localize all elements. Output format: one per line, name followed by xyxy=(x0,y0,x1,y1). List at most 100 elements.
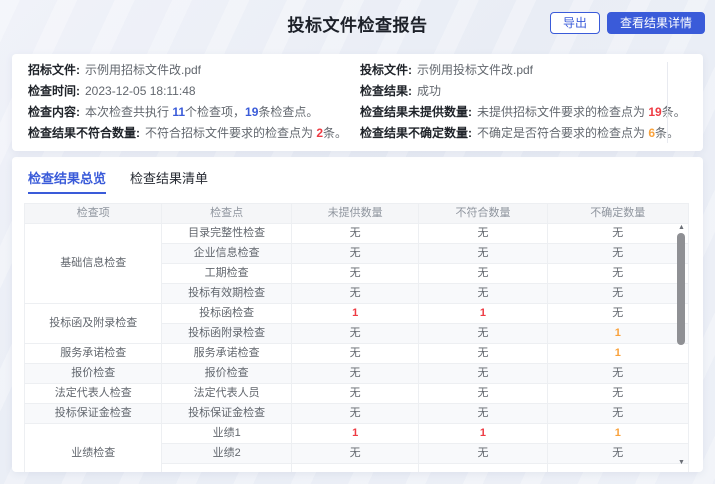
check-item-cell: 基础信息检查 xyxy=(25,224,162,304)
summary-panel: 招标文件:示例用招标文件改.pdf 检查时间: 2023-12-05 18:11:… xyxy=(12,54,703,151)
bid-file-line: 投标文件: 示例用投标文件改.pdf xyxy=(360,60,687,81)
count-cell: 无 xyxy=(419,244,547,264)
count-cell: 无 xyxy=(547,244,688,264)
uncertain-count-label: 检查结果不确定数量: xyxy=(360,126,472,140)
notprovided-count-line: 检查结果未提供数量: 未提供招标文件要求的检查点为 19条。 xyxy=(360,102,687,123)
view-details-button[interactable]: 查看结果详情 xyxy=(607,12,705,34)
uncertain-count-line: 检查结果不确定数量:不确定是否符合要求的检查点为 6条。 xyxy=(360,123,687,144)
table-row: 投标函及附录检查投标函检查11无 xyxy=(25,304,689,324)
col-header-not-conform: 不符合数量 xyxy=(419,204,547,224)
count-cell: 无 xyxy=(547,404,688,424)
export-button[interactable]: 导出 xyxy=(550,12,600,34)
table-row: 报价检查报价检查无无无 xyxy=(25,364,689,384)
tender-file-line: 招标文件:示例用招标文件改.pdf xyxy=(28,60,360,81)
count-cell: 无 xyxy=(419,264,547,284)
summary-divider xyxy=(667,62,668,143)
notprovided-count-value: 19 xyxy=(648,105,661,119)
count-cell: 无 xyxy=(291,264,418,284)
check-item-cell: 投标函及附录检查 xyxy=(25,304,162,344)
count-cell: 无 xyxy=(419,404,547,424)
notprovided-count-label: 检查结果未提供数量: xyxy=(360,105,472,119)
count-cell: 无 xyxy=(291,284,418,304)
nonconform-count-line: 检查结果不符合数量:不符合招标文件要求的检查点为 2条。 xyxy=(28,123,360,144)
page-header: 投标文件检查报告 导出 查看结果详情 xyxy=(0,0,715,46)
check-point-cell: 业绩1 xyxy=(162,424,291,444)
notprovided-count-text: 未提供招标文件要求的检查点为 xyxy=(477,105,648,119)
tab-result-list[interactable]: 检查结果清单 xyxy=(130,168,208,194)
table-row: 法定代表人检查法定代表人员无无无 xyxy=(25,384,689,404)
table-scrollbar[interactable]: ▲ ▼ xyxy=(676,224,687,468)
count-cell: 无 xyxy=(291,244,418,264)
check-content-text: 本次检查共执行 xyxy=(85,105,172,119)
check-point-cell: 法定代表人员 xyxy=(162,384,291,404)
table-row: 业绩检查业绩1111 xyxy=(25,424,689,444)
check-result-value: 成功 xyxy=(417,84,441,98)
bid-file-value: 示例用投标文件改.pdf xyxy=(417,63,533,77)
count-cell: 无 xyxy=(419,384,547,404)
count-cell: 无 xyxy=(419,224,547,244)
summary-left-column: 招标文件:示例用招标文件改.pdf 检查时间: 2023-12-05 18:11:… xyxy=(28,60,360,145)
count-cell: 无 xyxy=(419,444,547,464)
nonconform-count-label: 检查结果不符合数量: xyxy=(28,126,140,140)
notprovided-count-text: 条。 xyxy=(662,105,686,119)
count-cell: 1 xyxy=(291,304,418,324)
count-cell: 1 xyxy=(547,424,688,444)
results-panel: 检查结果总览 检查结果清单 检查项 检查点 未提供数量 不符合数量 不确定数量 … xyxy=(12,157,703,472)
count-cell: 无 xyxy=(547,224,688,244)
check-point-cell: 报价检查 xyxy=(162,364,291,384)
count-cell: 无 xyxy=(547,264,688,284)
check-time-value: 2023-12-05 18:11:48 xyxy=(85,84,196,98)
count-cell: 无 xyxy=(547,364,688,384)
count-cell: 无 xyxy=(291,344,418,364)
check-time-line: 检查时间: 2023-12-05 18:11:48 xyxy=(28,81,360,102)
count-cell xyxy=(547,464,688,473)
uncertain-count-text: 不确定是否符合要求的检查点为 xyxy=(477,126,648,140)
check-item-cell: 服务承诺检查 xyxy=(25,344,162,364)
count-cell: 无 xyxy=(291,224,418,244)
count-cell: 1 xyxy=(419,424,547,444)
check-item-cell: 报价检查 xyxy=(25,364,162,384)
nonconform-count-text: 不符合招标文件要求的检查点为 xyxy=(145,126,316,140)
table-row: 服务承诺检查服务承诺检查无无1 xyxy=(25,344,689,364)
count-cell: 无 xyxy=(547,304,688,324)
check-point-cell: 业绩2 xyxy=(162,444,291,464)
bid-file-label: 投标文件: xyxy=(360,63,412,77)
check-point-cell xyxy=(162,464,291,473)
tab-result-overview[interactable]: 检查结果总览 xyxy=(28,168,106,194)
count-cell: 1 xyxy=(419,304,547,324)
scroll-down-icon[interactable]: ▼ xyxy=(676,459,687,466)
count-cell: 1 xyxy=(547,344,688,364)
count-cell: 无 xyxy=(419,284,547,304)
check-point-cell: 企业信息检查 xyxy=(162,244,291,264)
count-cell: 无 xyxy=(419,344,547,364)
count-cell: 1 xyxy=(547,324,688,344)
check-point-cell: 工期检查 xyxy=(162,264,291,284)
scroll-up-icon[interactable]: ▲ xyxy=(676,224,687,231)
page-title: 投标文件检查报告 xyxy=(288,11,428,36)
count-cell xyxy=(419,464,547,473)
count-cell: 无 xyxy=(547,284,688,304)
count-cell: 无 xyxy=(291,364,418,384)
results-table: 检查项 检查点 未提供数量 不符合数量 不确定数量 基础信息检查目录完整性检查无… xyxy=(24,203,689,472)
tender-file-label: 招标文件: xyxy=(28,63,80,77)
table-row: 投标保证金检查投标保证金检查无无无 xyxy=(25,404,689,424)
check-time-label: 检查时间: xyxy=(28,84,80,98)
col-header-check-item: 检查项 xyxy=(25,204,162,224)
check-point-cell: 投标函附录检查 xyxy=(162,324,291,344)
count-cell xyxy=(291,464,418,473)
check-points-count: 19 xyxy=(245,105,258,119)
check-point-cell: 目录完整性检查 xyxy=(162,224,291,244)
nonconform-count-text: 条。 xyxy=(323,126,347,140)
check-item-cell: 业绩检查 xyxy=(25,424,162,473)
check-result-label: 检查结果: xyxy=(360,84,412,98)
count-cell: 无 xyxy=(291,384,418,404)
results-table-body: 基础信息检查目录完整性检查无无无企业信息检查无无无工期检查无无无投标有效期检查无… xyxy=(25,224,689,473)
check-content-label: 检查内容: xyxy=(28,105,80,119)
col-header-uncertain: 不确定数量 xyxy=(547,204,688,224)
col-header-check-point: 检查点 xyxy=(162,204,291,224)
scrollbar-thumb[interactable] xyxy=(677,233,685,345)
count-cell: 无 xyxy=(547,444,688,464)
results-tabs: 检查结果总览 检查结果清单 xyxy=(22,168,693,194)
check-content-line: 检查内容:本次检查共执行 11个检查项，19条检查点。 xyxy=(28,102,360,123)
count-cell: 无 xyxy=(291,444,418,464)
